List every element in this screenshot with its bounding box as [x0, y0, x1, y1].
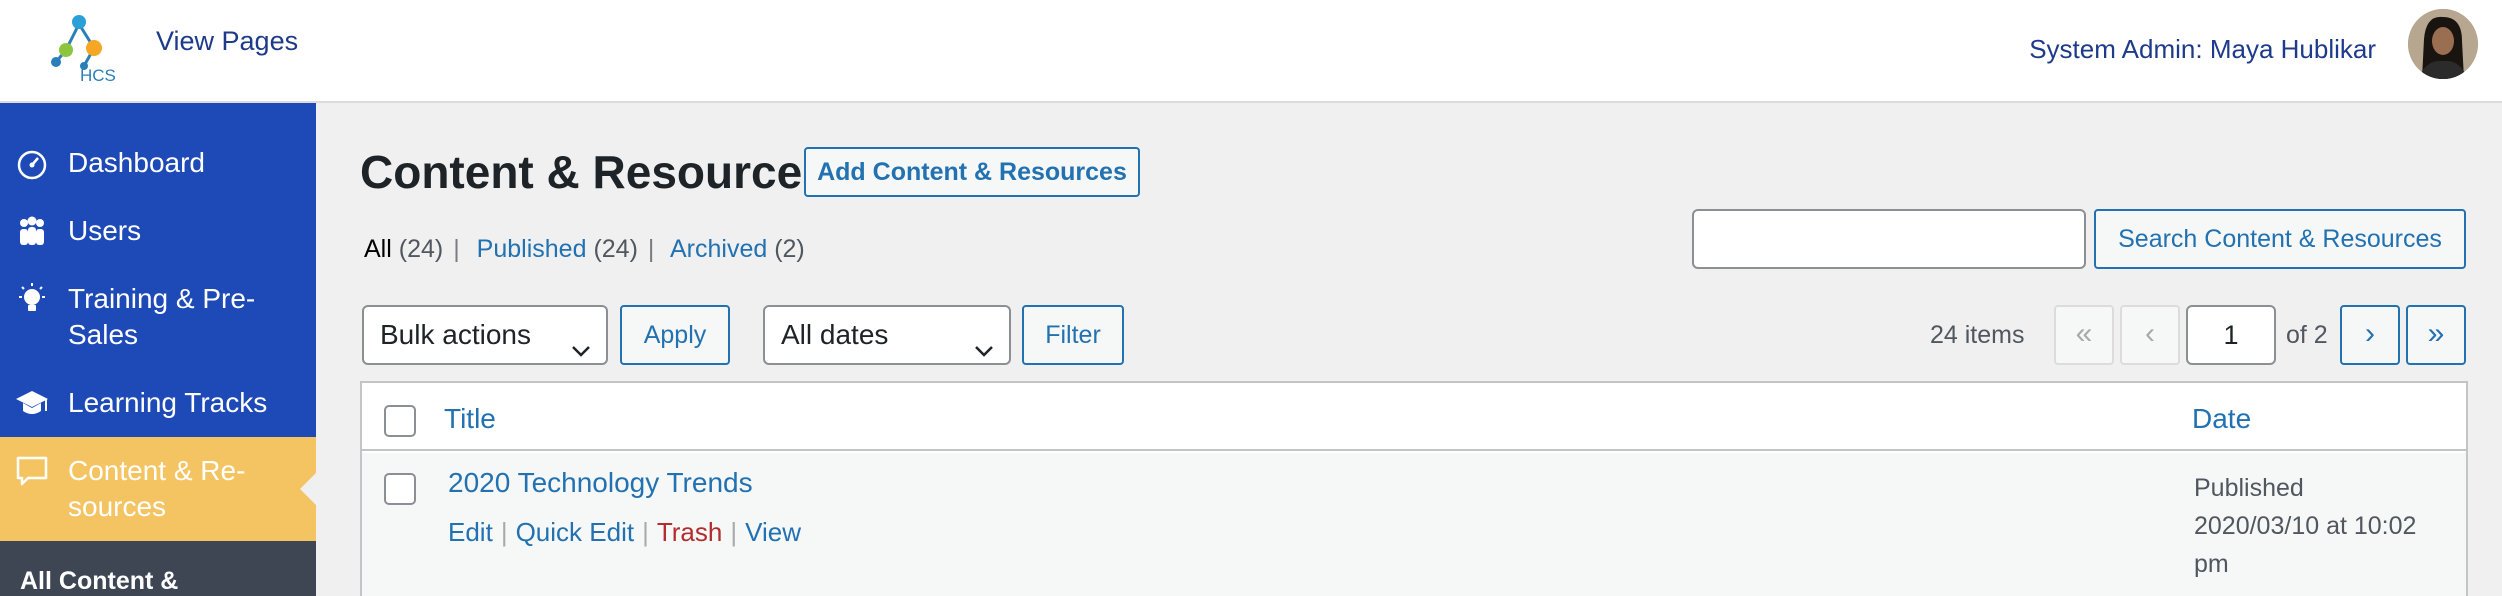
main-content: Content & Resources Add Content & Resour… [316, 103, 2502, 596]
table-row: 2020 Technology Trends Edit | Quick Edit | T… [362, 453, 2466, 596]
row-status: Published [2194, 474, 2304, 502]
column-date-header[interactable]: Date [2192, 403, 2251, 435]
speech-bubble-icon [14, 453, 50, 489]
table-header: Title Date [362, 383, 2466, 451]
sidebar-item-label: Learning Tracks [68, 387, 268, 418]
search-input[interactable] [1692, 209, 2086, 269]
view-all-count: (24) [398, 235, 444, 263]
view-published-link[interactable]: Published [477, 235, 587, 263]
filter-button[interactable]: Filter [1022, 305, 1124, 365]
prev-page-button[interactable]: ‹ [2120, 305, 2180, 365]
row-checkbox[interactable] [384, 473, 416, 505]
submenu-item-all-content[interactable]: All Content & [20, 567, 178, 596]
next-page-button[interactable]: › [2340, 305, 2400, 365]
sidebar-item-dashboard[interactable]: Dashboard [0, 145, 316, 181]
sidebar-item-users[interactable]: Users [0, 213, 316, 249]
items-count: 24 items [1930, 321, 2025, 349]
dates-value: All dates [781, 319, 889, 350]
sidebar-item-label: Content & Re-sources [68, 455, 246, 522]
graduation-cap-icon [14, 385, 50, 421]
sidebar-submenu: All Content & [0, 541, 316, 596]
trash-link[interactable]: Trash [657, 517, 723, 547]
sidebar-item-learning-tracks[interactable]: Learning Tracks [0, 385, 316, 421]
sidebar-item-label: Dashboard [68, 147, 205, 178]
dashboard-gauge-icon [14, 145, 50, 181]
select-all-checkbox[interactable] [384, 405, 416, 437]
row-date: Published 2020/03/10 at 10:02 pm [2194, 469, 2454, 583]
apply-button[interactable]: Apply [620, 305, 730, 365]
bulk-actions-select[interactable]: Bulk actions [362, 305, 608, 365]
column-title-header[interactable]: Title [444, 403, 496, 435]
view-all-link[interactable]: All [364, 235, 392, 263]
chevron-down-icon [973, 325, 995, 357]
total-pages-label: of 2 [2286, 321, 2328, 349]
hcs-logo-icon[interactable]: HCS [44, 10, 116, 88]
sidebar-item-label: Users [68, 215, 142, 246]
view-archived-count: (2) [774, 235, 805, 263]
sidebar-item-content-resources[interactable]: Content & Re-sources [0, 437, 316, 541]
first-page-button[interactable]: « [2054, 305, 2114, 365]
admin-sidebar: Dashboard Users Training & Pre-Sales Lea… [0, 103, 316, 596]
chevron-down-icon [570, 325, 592, 357]
sidebar-item-training[interactable]: Training & Pre-Sales [0, 281, 316, 353]
bulk-actions-value: Bulk actions [380, 319, 531, 350]
quick-edit-link[interactable]: Quick Edit [516, 517, 635, 547]
user-account-label[interactable]: System Admin: Maya Hublikar [2029, 34, 2376, 65]
view-published-count: (24) [593, 235, 638, 263]
row-date-value: 2020/03/10 at 10:02 pm [2194, 512, 2417, 578]
logo-text: HCS [80, 66, 116, 85]
status-filter-views: All (24) | Published (24) | Archived (2) [364, 235, 805, 263]
view-pages-link[interactable]: View Pages [156, 26, 298, 57]
page-title: Content & Resources [360, 146, 828, 198]
dates-select[interactable]: All dates [763, 305, 1011, 365]
current-page-input[interactable]: 1 [2186, 305, 2276, 365]
lightbulb-icon [14, 281, 50, 317]
row-actions: Edit | Quick Edit | Trash | View [448, 517, 801, 547]
view-archived-link[interactable]: Archived [670, 235, 767, 263]
users-group-icon [14, 213, 50, 249]
row-title-link[interactable]: 2020 Technology Trends [448, 467, 753, 499]
content-table: Title Date 2020 Technology Trends Edit | Q… [360, 381, 2468, 596]
last-page-button[interactable]: » [2406, 305, 2466, 365]
search-button[interactable]: Search Content & Resources [2094, 209, 2466, 269]
add-content-button[interactable]: Add Content & Resources [804, 147, 1140, 197]
top-bar: HCS View Pages System Admin: Maya Hublik… [0, 0, 2502, 103]
sidebar-item-label: Training & Pre-Sales [68, 283, 256, 350]
view-link[interactable]: View [745, 517, 801, 547]
avatar[interactable] [2408, 9, 2478, 79]
edit-link[interactable]: Edit [448, 517, 493, 547]
